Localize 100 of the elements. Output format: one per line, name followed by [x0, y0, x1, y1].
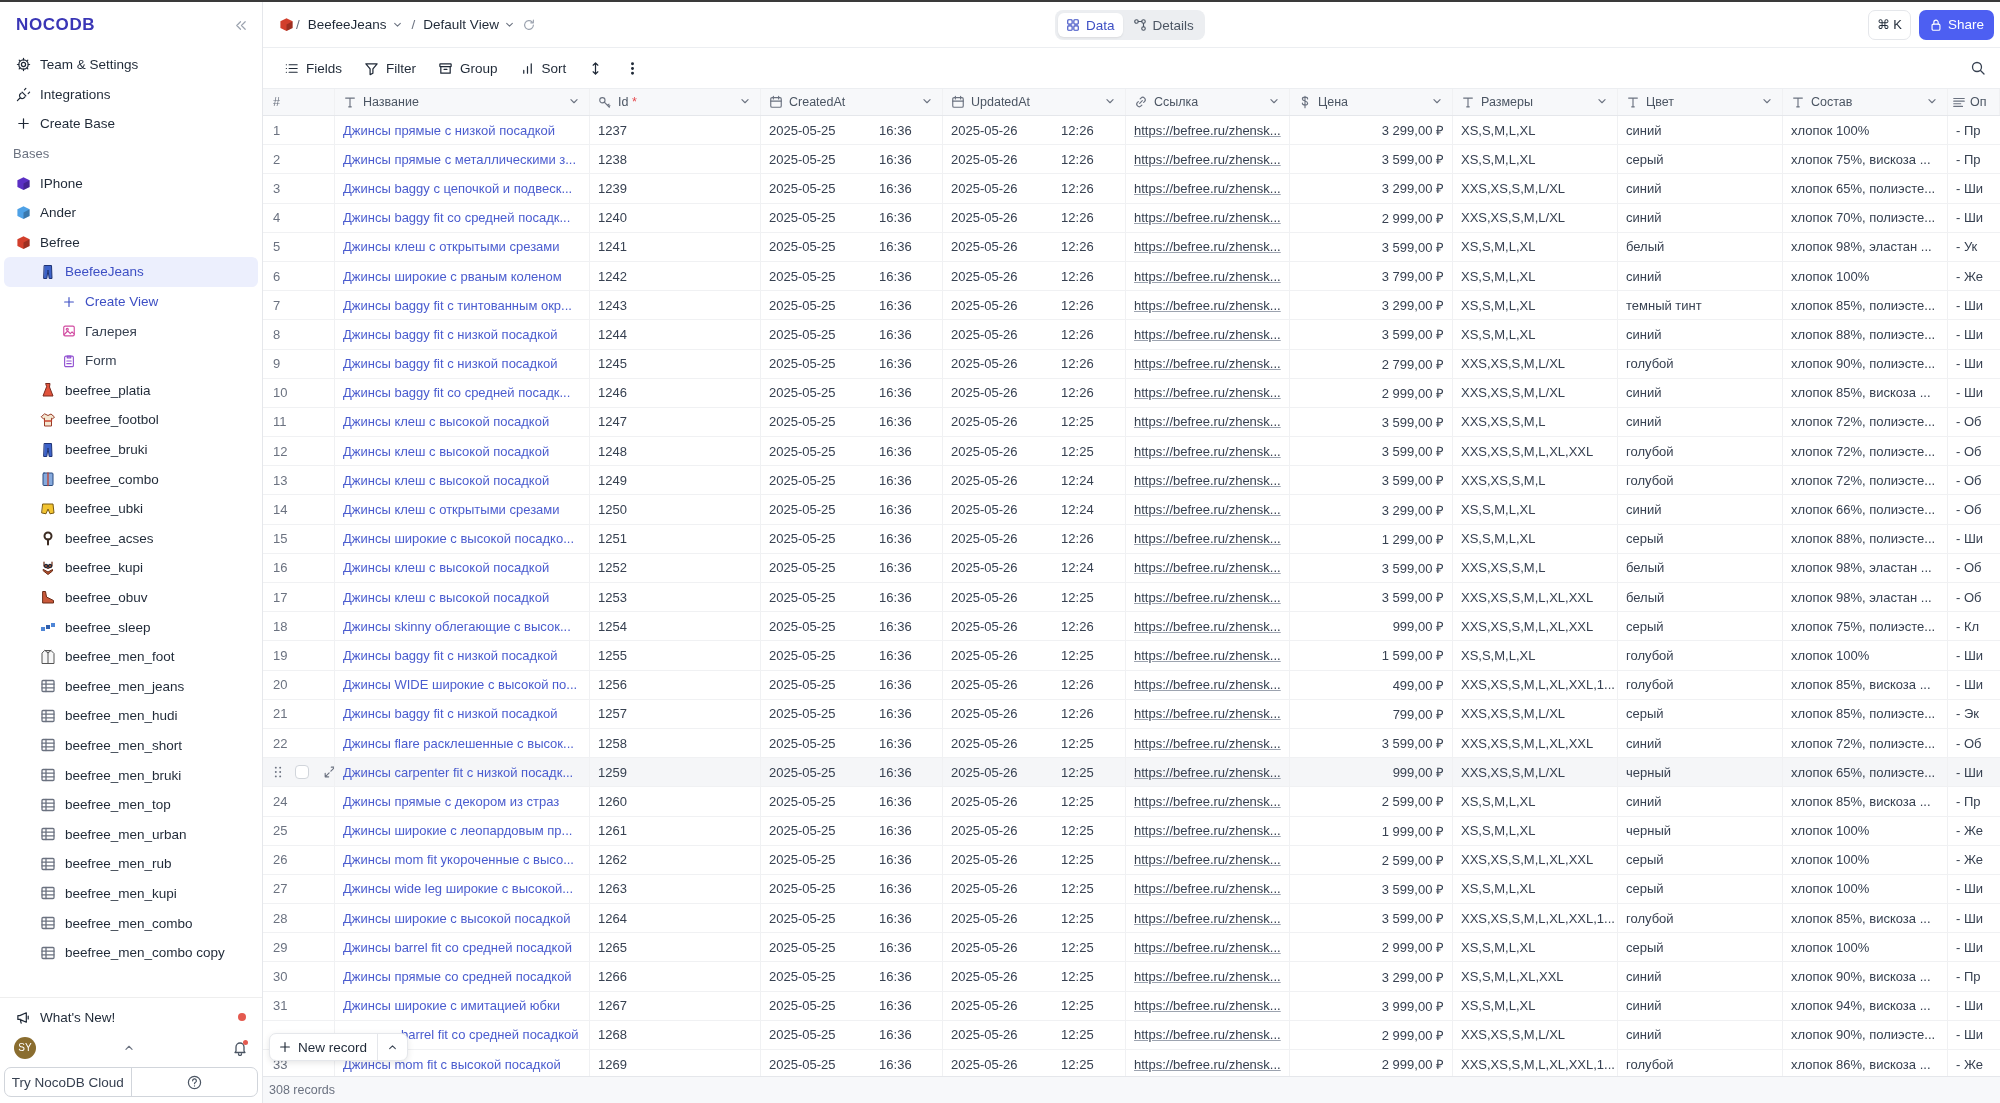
url-link[interactable]: https://befree.ru/zhensk... [1134, 969, 1281, 985]
url-link[interactable]: https://befree.ru/zhensk... [1134, 268, 1281, 284]
base-item[interactable]: IPhone [4, 168, 258, 198]
url-link[interactable]: https://befree.ru/zhensk... [1134, 910, 1281, 926]
table-item[interactable]: beefree_men_bruki [4, 760, 258, 790]
table-cell-text: 3 299,00 ₽ [1381, 122, 1444, 140]
url-link[interactable]: https://befree.ru/zhensk... [1134, 589, 1281, 605]
column-header[interactable]: Оп [1948, 89, 2000, 115]
column-header[interactable]: UpdatedAt [943, 89, 1126, 115]
table-item[interactable]: beefree_men_kupi [4, 878, 258, 909]
user-avatar[interactable]: SY [14, 1036, 36, 1059]
table-cell: хлопок 75%, вискоза ... [1791, 151, 1931, 167]
whats-new-item[interactable]: What's New! [4, 1002, 258, 1032]
view-tab[interactable]: Details [1124, 13, 1202, 37]
table-item[interactable]: beefree_platia [4, 375, 258, 406]
column-title: Цвет [1646, 95, 1674, 109]
table-item[interactable]: beefree_men_jeans [4, 671, 258, 702]
table-item[interactable]: beefree_footbol [4, 405, 258, 435]
url-link[interactable]: https://befree.ru/zhensk... [1134, 122, 1281, 138]
url-link[interactable]: https://befree.ru/zhensk... [1134, 1056, 1281, 1072]
url-link[interactable]: https://befree.ru/zhensk... [1134, 618, 1281, 634]
table-cell: 2025-05-26 12:25 [951, 589, 1094, 605]
table-breadcrumb[interactable]: BeefeeJeans [301, 17, 410, 32]
table-item[interactable]: beefree_combo [4, 464, 258, 494]
table-item[interactable]: beefree_obuv [4, 582, 258, 613]
table-cell: 2025-05-25 16:36 [769, 151, 912, 167]
url-link[interactable]: https://befree.ru/zhensk... [1134, 472, 1281, 488]
column-header[interactable]: # [263, 89, 335, 115]
table-cell: синий [1626, 414, 1662, 430]
url-link[interactable]: https://befree.ru/zhensk... [1134, 502, 1281, 518]
table-item[interactable]: beefree_men_combo [4, 908, 258, 938]
table-item[interactable]: beefree_bruki [4, 434, 258, 465]
shortcut-button[interactable]: ⌘ K [1867, 9, 1911, 40]
sort-button[interactable]: Sort [510, 54, 576, 82]
url-link[interactable]: https://befree.ru/zhensk... [1134, 647, 1281, 663]
url-link[interactable]: https://befree.ru/zhensk... [1134, 385, 1281, 401]
table-item[interactable]: beefree_men_hudi [4, 701, 258, 731]
table-item[interactable]: beefree_men_urban [4, 819, 258, 850]
url-link[interactable]: https://befree.ru/zhensk... [1134, 414, 1281, 430]
url-link[interactable]: https://befree.ru/zhensk... [1134, 677, 1281, 693]
column-header[interactable]: Цена [1290, 89, 1453, 115]
table-item[interactable]: beefree_men_foot [4, 641, 258, 672]
table-row[interactable]: Джинсы carpenter fit с низкой посадк... 1259 2025-05-25 16:36 2025-05-26 12:25 https://befree.ru/zhensk... 999,00 ₽ XXS,XS,S,M,L/XL черный хлопок 65%, полиэсте... - Ши [263, 758, 2000, 788]
url-link[interactable]: https://befree.ru/zhensk... [1134, 735, 1281, 751]
view-item[interactable]: Галерея [4, 316, 258, 346]
view-item[interactable]: Form [4, 345, 258, 376]
url-link[interactable]: https://befree.ru/zhensk... [1134, 531, 1281, 547]
url-link[interactable]: https://befree.ru/zhensk... [1134, 180, 1281, 196]
url-link[interactable]: https://befree.ru/zhensk... [1134, 1027, 1281, 1043]
filter-button[interactable]: Filter [355, 54, 425, 82]
url-link[interactable]: https://befree.ru/zhensk... [1134, 764, 1281, 780]
table-cell: серый [1626, 852, 1664, 868]
group-button[interactable]: Group [429, 54, 507, 82]
column-header[interactable]: CreatedAt [761, 89, 943, 115]
column-header[interactable]: Размеры [1453, 89, 1618, 115]
url-link[interactable]: https://befree.ru/zhensk... [1134, 210, 1281, 226]
url-link[interactable]: https://befree.ru/zhensk... [1134, 443, 1281, 459]
column-header[interactable]: Состав [1783, 89, 1948, 115]
sidebar-item[interactable]: Create Base [4, 109, 258, 139]
sidebar-item[interactable]: Team & Settings [4, 50, 258, 80]
share-button[interactable]: Share [1918, 9, 1994, 40]
column-header[interactable]: Ссылка [1126, 89, 1290, 115]
url-link[interactable]: https://befree.ru/zhensk... [1134, 852, 1281, 868]
table-cell: - Пр [1956, 122, 1981, 138]
url-link[interactable]: https://befree.ru/zhensk... [1134, 239, 1281, 255]
table-item[interactable]: beefree_men_rub [4, 849, 258, 879]
view-breadcrumb[interactable]: Default View [417, 17, 522, 32]
table-cell: Джинсы прямые с декором из страз [343, 793, 560, 809]
table-item[interactable]: beefree_acses [4, 523, 258, 554]
url-link[interactable]: https://befree.ru/zhensk... [1134, 823, 1281, 839]
column-header[interactable]: Название [335, 89, 590, 115]
url-link[interactable]: https://befree.ru/zhensk... [1134, 881, 1281, 897]
table-cell: голубой [1626, 647, 1674, 663]
url-link[interactable]: https://befree.ru/zhensk... [1134, 793, 1281, 809]
url-link[interactable]: https://befree.ru/zhensk... [1134, 151, 1281, 167]
url-link[interactable]: https://befree.ru/zhensk... [1134, 356, 1281, 372]
table-item[interactable]: beefree_sleep [4, 612, 258, 642]
table-cell: 1245 [598, 356, 627, 372]
view-item[interactable]: Create View [4, 286, 258, 317]
table-item[interactable]: beefree_men_short [4, 730, 258, 761]
url-link[interactable]: https://befree.ru/zhensk... [1134, 326, 1281, 342]
base-item[interactable]: Befree [4, 227, 258, 258]
url-link[interactable]: https://befree.ru/zhensk... [1134, 297, 1281, 313]
url-link[interactable]: https://befree.ru/zhensk... [1134, 560, 1281, 576]
url-link[interactable]: https://befree.ru/zhensk... [1134, 998, 1281, 1014]
view-tab[interactable]: Data [1058, 13, 1123, 37]
url-link[interactable]: https://befree.ru/zhensk... [1134, 939, 1281, 955]
base-item[interactable]: Ander [4, 197, 258, 228]
table-item[interactable]: beefree_men_top [4, 789, 258, 820]
sidebar-item[interactable]: Integrations [4, 79, 258, 110]
table-item[interactable]: beefree_men_combo copy [4, 937, 258, 968]
table-item[interactable]: beefree_ubki [4, 493, 258, 524]
column-header[interactable]: Цвет [1618, 89, 1783, 115]
table-item[interactable]: BeefeeJeans [4, 257, 258, 287]
url-link[interactable]: https://befree.ru/zhensk... [1134, 706, 1281, 722]
table-item[interactable]: beefree_kupi [4, 553, 258, 583]
fields-button[interactable]: Fields [275, 54, 351, 82]
table-cell-text: 2 999,00 ₽ [1381, 1056, 1444, 1074]
try-cloud-button[interactable]: Try NocoDB Cloud [4, 1067, 258, 1097]
column-header[interactable]: Id * [590, 89, 761, 115]
